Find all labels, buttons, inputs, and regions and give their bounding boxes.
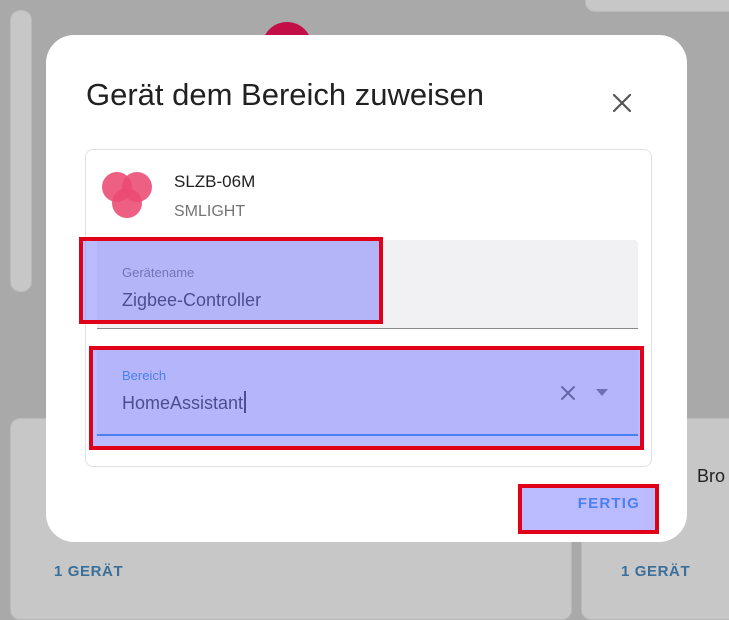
- background-card-top-right: [585, 0, 729, 12]
- background-device-count-right[interactable]: 1 GERÄT: [621, 563, 690, 580]
- assign-area-dialog: Gerät dem Bereich zuweisen SLZB-06M SMLI…: [46, 35, 687, 542]
- text-cursor: [244, 391, 246, 413]
- device-name: SLZB-06M: [174, 172, 256, 191]
- dialog-title: Gerät dem Bereich zuweisen: [86, 77, 485, 112]
- device-manufacturer: SMLIGHT: [174, 203, 246, 220]
- close-icon: [612, 93, 632, 113]
- caret-down-icon[interactable]: [594, 386, 610, 398]
- device-name-field-value[interactable]: Zigbee-Controller: [122, 290, 261, 311]
- close-dialog-button[interactable]: [606, 87, 638, 119]
- device-name-field[interactable]: Gerätename Zigbee-Controller: [97, 240, 638, 329]
- area-picker-field[interactable]: Bereich HomeAssistant: [97, 348, 638, 436]
- area-field-value: HomeAssistant: [122, 393, 244, 413]
- done-button[interactable]: FERTIG: [520, 483, 650, 523]
- close-icon[interactable]: [557, 382, 579, 404]
- background-card-top-left: [10, 10, 32, 292]
- smlight-logo-icon: [102, 172, 152, 218]
- device-card: SLZB-06M SMLIGHT Gerätename Zigbee-Contr…: [85, 149, 652, 467]
- area-field-input[interactable]: HomeAssistant: [122, 391, 246, 414]
- area-field-label: Bereich: [122, 368, 167, 383]
- device-name-field-label: Gerätename: [122, 265, 195, 280]
- background-partial-text: Bro: [697, 466, 726, 486]
- background-device-count-left[interactable]: 1 GERÄT: [54, 563, 123, 580]
